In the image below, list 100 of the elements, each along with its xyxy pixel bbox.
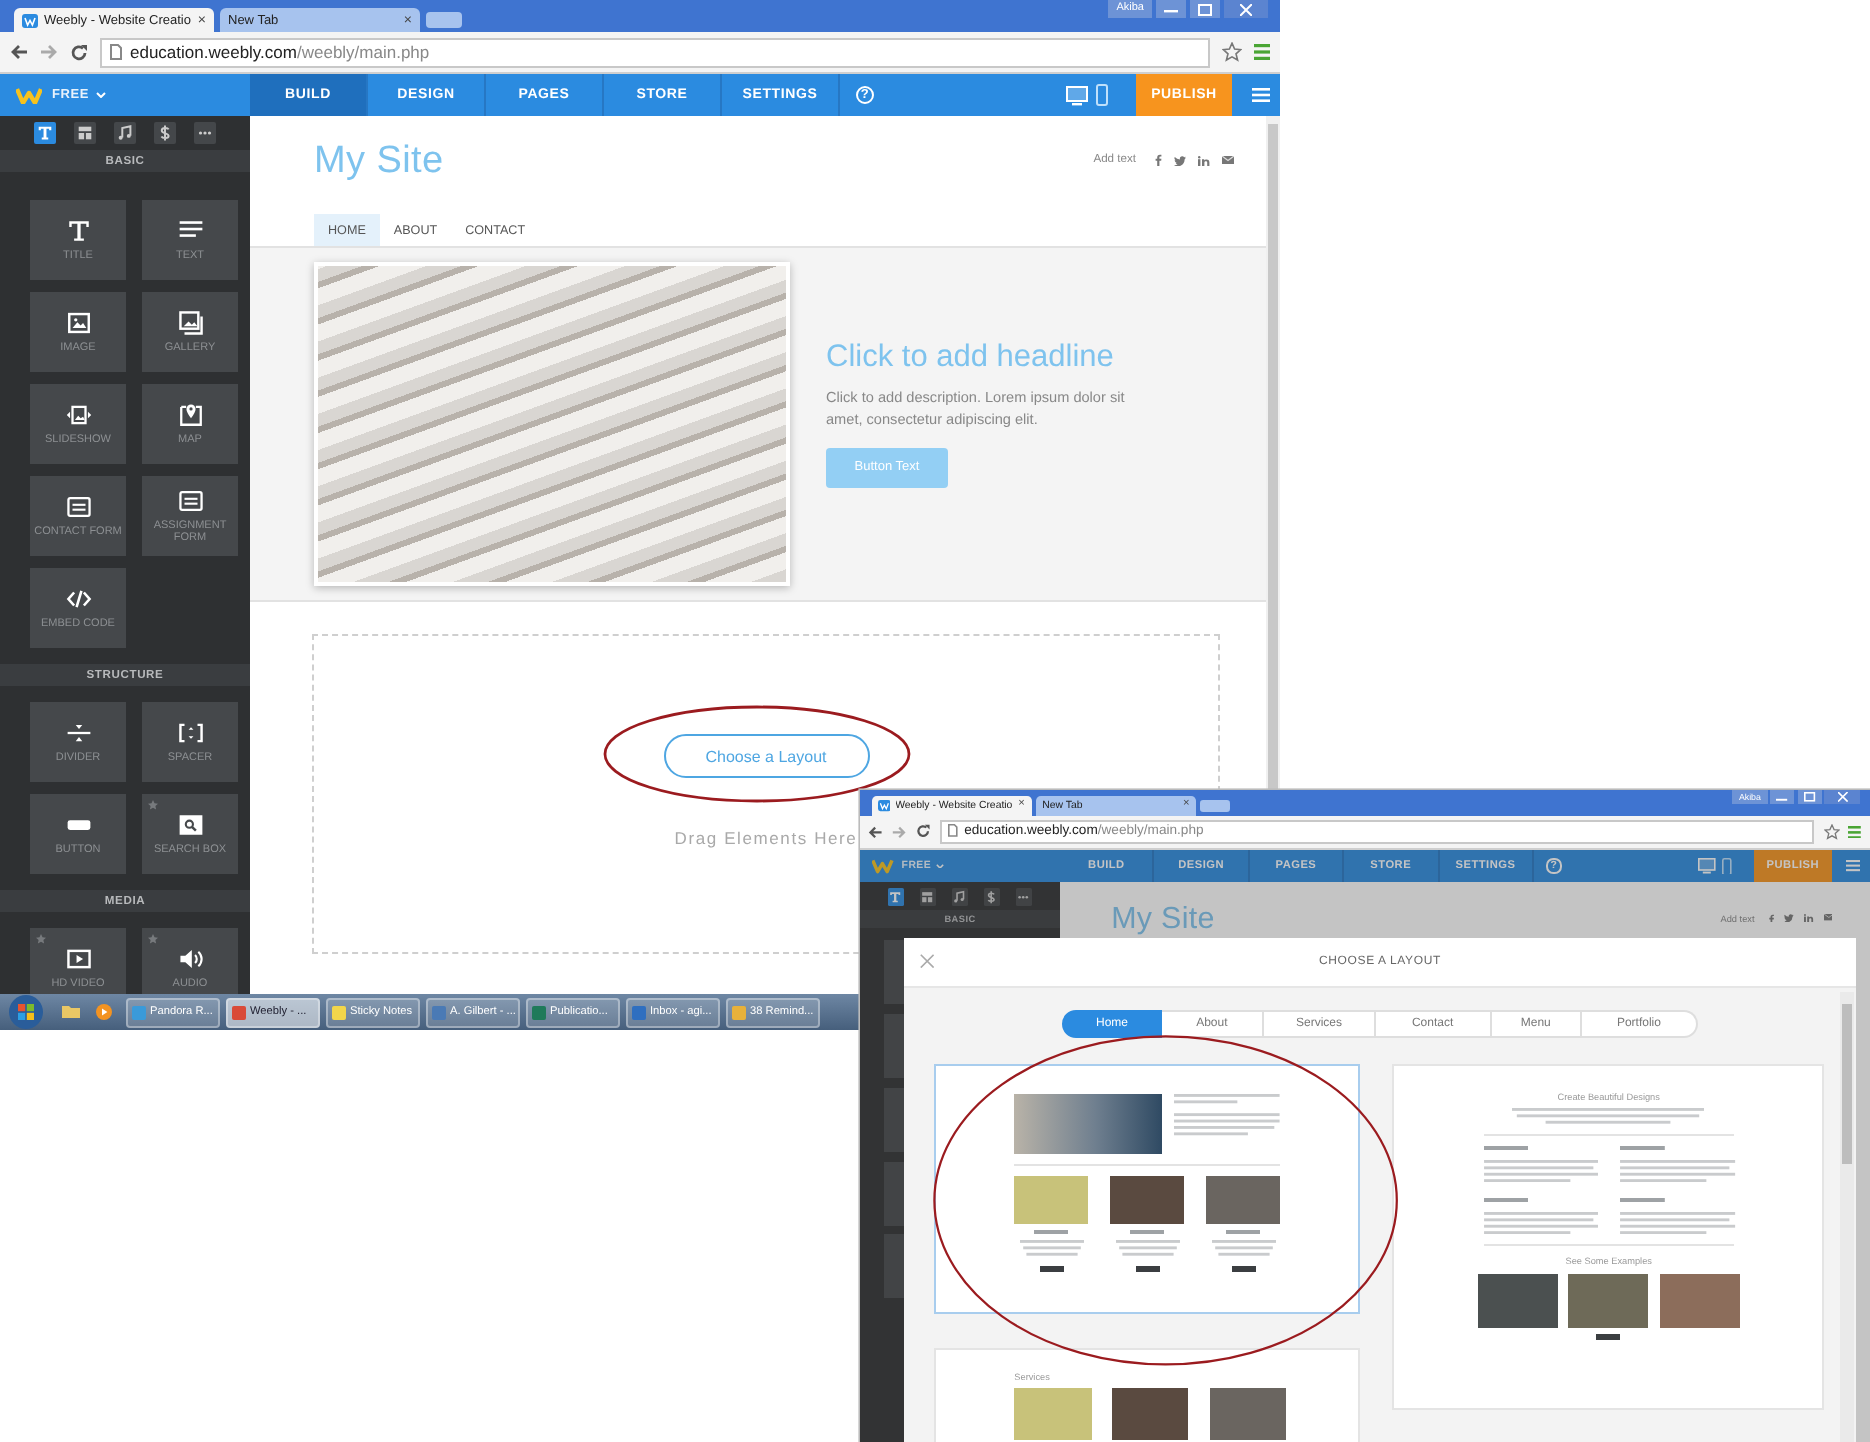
more-icon[interactable] — [1015, 887, 1033, 906]
text-tool-icon[interactable] — [34, 122, 56, 144]
star-icon[interactable] — [1222, 42, 1242, 62]
forward-icon[interactable] — [40, 44, 58, 60]
app-icon — [532, 1005, 546, 1019]
layout-tool-icon[interactable] — [919, 887, 937, 906]
map-icon — [177, 401, 203, 428]
photo-placeholder — [1014, 1387, 1092, 1440]
more-icon[interactable] — [194, 122, 216, 144]
audio-icon — [177, 945, 203, 972]
photo-placeholder — [1111, 1387, 1189, 1440]
minimize-icon — [1164, 4, 1178, 14]
text-lines-drawing — [1620, 1212, 1736, 1235]
gallery-icon — [177, 309, 203, 336]
site-title[interactable]: My Site — [314, 140, 444, 184]
app-icon — [632, 1005, 646, 1019]
app-icon — [332, 1005, 346, 1019]
headline[interactable]: Click to add headline — [826, 340, 1150, 377]
start-button[interactable] — [8, 994, 44, 1030]
text-tool-icon[interactable] — [887, 887, 905, 906]
photo-placeholder — [1477, 1273, 1558, 1329]
site-title[interactable]: My Site — [1111, 901, 1215, 936]
star-icon[interactable] — [1823, 823, 1840, 840]
mail-icon — [1222, 156, 1234, 164]
url-field[interactable]: education.weebly.com/weebly/main.php — [100, 37, 1210, 67]
music-note-icon[interactable] — [951, 887, 969, 906]
forward-icon[interactable] — [891, 825, 907, 838]
minimize-button[interactable] — [1770, 790, 1795, 805]
phone-icon[interactable] — [1722, 857, 1733, 875]
page-icon — [948, 824, 958, 838]
back-icon[interactable] — [868, 825, 883, 838]
close-button[interactable] — [1824, 790, 1860, 805]
favicon-icon — [22, 13, 38, 27]
text-lines-drawing — [1483, 1159, 1599, 1182]
logo-icon — [872, 858, 894, 874]
new-tab-button[interactable] — [1200, 799, 1230, 813]
menu-icon[interactable] — [1254, 44, 1270, 60]
linkedin-icon — [1198, 155, 1210, 165]
favicon-icon — [877, 800, 891, 812]
caret-icon — [935, 863, 944, 869]
photo-placeholder — [1014, 1175, 1088, 1225]
bird-icon — [1784, 914, 1795, 923]
logo-icon — [16, 86, 42, 104]
layout-tool-icon[interactable] — [74, 122, 96, 144]
photo-placeholder — [1568, 1273, 1649, 1329]
maximize-button[interactable] — [1190, 0, 1220, 18]
video-icon — [65, 945, 91, 972]
desktop-icon[interactable] — [1066, 85, 1088, 105]
media-player-icon[interactable] — [96, 1004, 112, 1020]
text-lines-drawing — [1620, 1159, 1736, 1182]
dollar-icon[interactable] — [154, 122, 176, 144]
divider-icon — [65, 719, 91, 746]
text-lines-drawing — [1019, 1239, 1084, 1256]
layout-preview-card[interactable] — [933, 1063, 1361, 1314]
maximize-icon — [1198, 3, 1212, 15]
photo-placeholder — [1209, 1387, 1287, 1440]
menu-icon — [1251, 88, 1269, 102]
text-lines-drawing — [1115, 1239, 1180, 1256]
drop-hint: Drag Elements Here — [674, 828, 858, 848]
button-placeholder — [1039, 1266, 1064, 1273]
caret-icon — [95, 92, 106, 98]
photo-placeholder — [1206, 1175, 1280, 1225]
heading-line-drawing — [1033, 1229, 1069, 1235]
phone-icon[interactable] — [1096, 84, 1108, 106]
image-icon — [65, 309, 91, 336]
close-icon — [1240, 3, 1252, 15]
menu-icon — [1846, 860, 1861, 872]
close-button[interactable] — [1224, 0, 1268, 18]
reload-icon[interactable] — [70, 43, 88, 61]
back-icon[interactable] — [10, 44, 28, 60]
slideshow-icon — [65, 401, 91, 428]
minimize-button[interactable] — [1156, 0, 1186, 18]
text-lines-drawing — [1483, 1212, 1599, 1235]
embed-icon — [65, 585, 91, 612]
heading-line-drawing — [1225, 1229, 1261, 1235]
bird-icon — [1174, 155, 1186, 165]
music-note-icon[interactable] — [114, 122, 136, 144]
scrollbar[interactable] — [1840, 991, 1854, 1442]
choose-layout-button[interactable]: Choose a Layout — [663, 734, 869, 778]
button-placeholder — [1596, 1334, 1621, 1341]
search-icon — [177, 811, 203, 838]
app-icon — [432, 1005, 446, 1019]
menu-icon[interactable] — [1848, 825, 1862, 838]
minimize-icon — [1776, 793, 1789, 802]
button-placeholder — [1231, 1266, 1256, 1273]
title-icon — [65, 217, 91, 244]
linkedin-icon — [1804, 914, 1814, 923]
button-placeholder — [1135, 1266, 1160, 1273]
facebook-icon — [1154, 154, 1162, 166]
heading-line-drawing — [1129, 1229, 1165, 1235]
folder-icon[interactable] — [62, 1004, 80, 1018]
close-icon[interactable] — [919, 953, 934, 968]
maximize-button[interactable] — [1797, 790, 1822, 805]
dollar-icon[interactable] — [983, 887, 1001, 906]
photo-placeholder — [1110, 1175, 1184, 1225]
reload-icon[interactable] — [915, 824, 931, 839]
photo-placeholder — [1659, 1273, 1740, 1329]
app-icon — [132, 1005, 146, 1019]
heading-line-drawing — [1620, 1145, 1666, 1150]
facebook-icon — [1768, 913, 1776, 923]
